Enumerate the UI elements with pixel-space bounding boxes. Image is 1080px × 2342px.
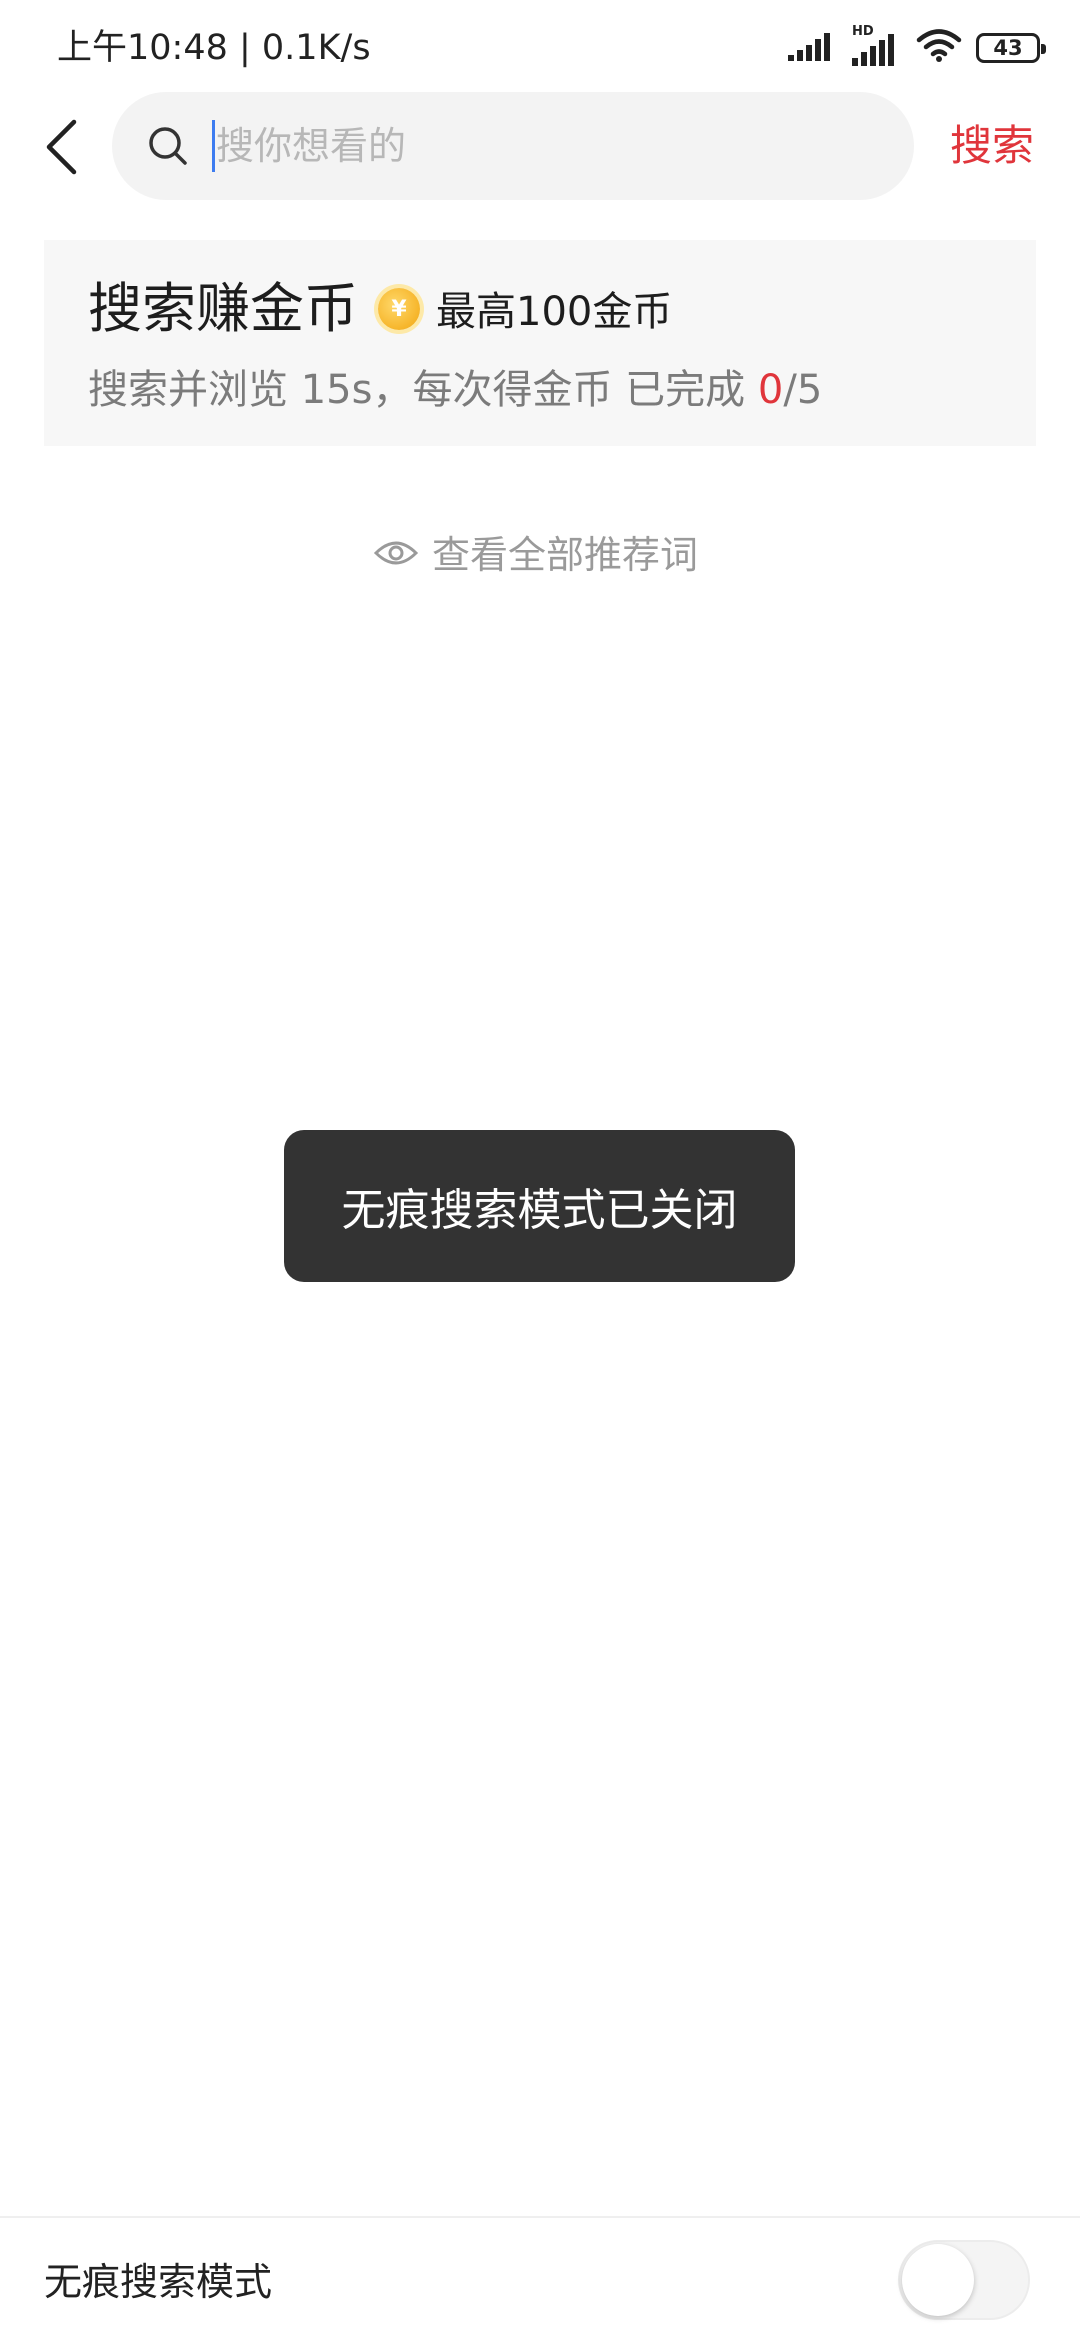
coin-card-title: 搜索赚金币 (88, 277, 358, 340)
coin-symbol: ¥ (391, 296, 407, 322)
battery-icon: 43 (976, 33, 1046, 63)
incognito-mode-label: 无痕搜索模式 (44, 2260, 273, 2304)
coin-total: /5 (783, 367, 823, 413)
search-earn-coins-card[interactable]: 搜索赚金币 ¥ 最高100金币 搜索并浏览 15s，每次得金币 已完成 0/5 (44, 240, 1036, 446)
search-icon (146, 124, 190, 168)
coin-done-count: 0 (757, 367, 784, 413)
signal-icon (788, 31, 838, 65)
incognito-mode-toggle[interactable] (898, 2240, 1030, 2320)
view-all-label: 查看全部推荐词 (432, 533, 699, 577)
status-icons: HD 43 (788, 24, 1046, 70)
coin-icon: ¥ (378, 288, 420, 330)
toast-text: 无痕搜索模式已关闭 (341, 1185, 738, 1236)
coin-max-label: 最高100金币 (436, 289, 673, 335)
toast-message: 无痕搜索模式已关闭 (284, 1130, 795, 1282)
search-input[interactable]: 搜你想看的 (112, 92, 914, 200)
toggle-knob (902, 2244, 974, 2316)
status-time-speed: 上午10:48 | 0.1K/s (57, 28, 371, 68)
search-placeholder: 搜你想看的 (216, 124, 407, 168)
eye-icon (373, 538, 419, 572)
status-bar: 上午10:48 | 0.1K/s HD 43 (0, 0, 1080, 95)
text-caret (212, 120, 215, 172)
coin-card-description: 搜索并浏览 15s，每次得金币 已完成 0/5 (88, 362, 822, 418)
chevron-left-icon[interactable] (34, 112, 88, 182)
view-all-recommendations[interactable]: 查看全部推荐词 (373, 527, 699, 583)
coin-desc-text: 搜索并浏览 15s，每次得金币 已完成 (88, 367, 758, 413)
hd-signal-icon: HD (852, 24, 902, 66)
wifi-icon (916, 29, 962, 67)
search-button[interactable]: 搜索 (950, 118, 1034, 174)
incognito-mode-bar: 无痕搜索模式 (0, 2216, 1080, 2342)
